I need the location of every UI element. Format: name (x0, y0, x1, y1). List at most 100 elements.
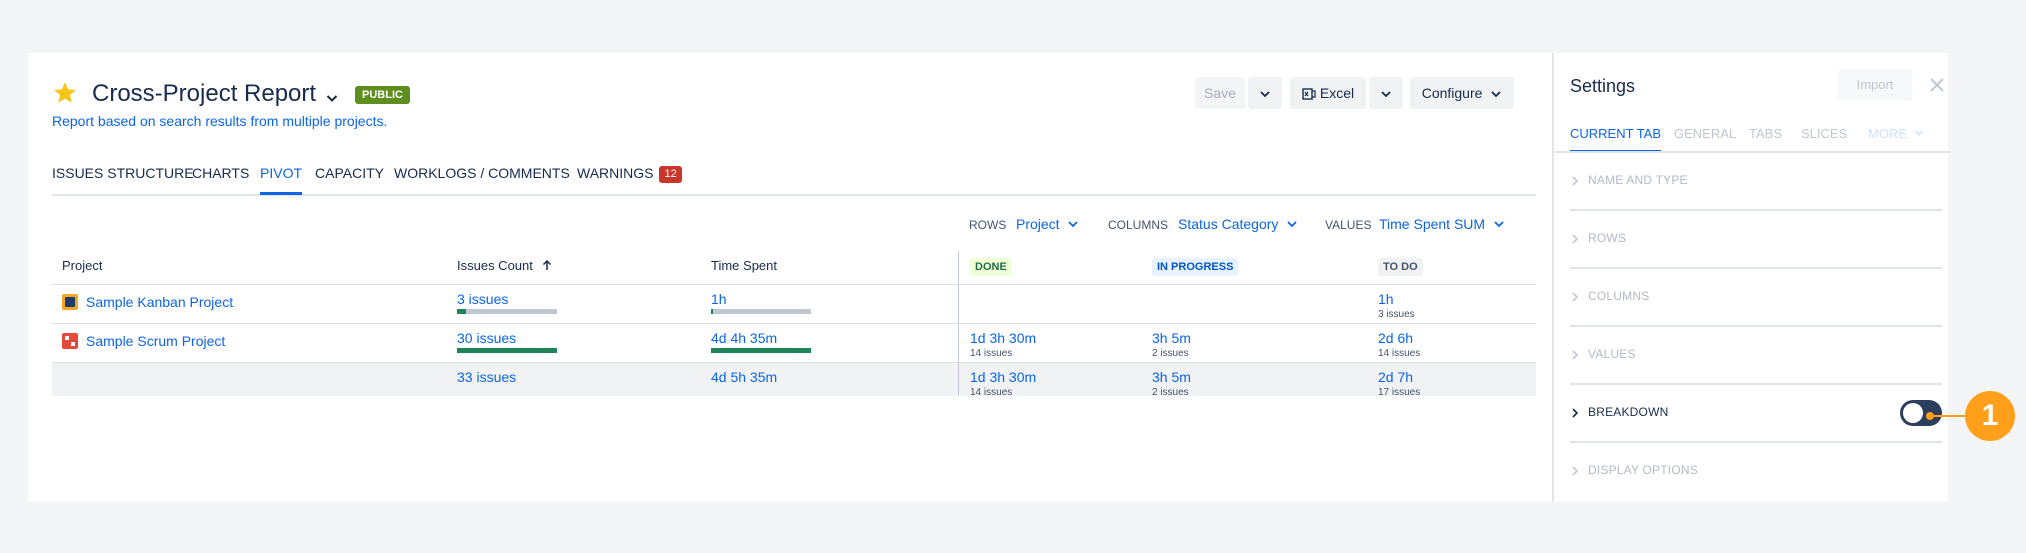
breakdown-toggle[interactable] (1900, 400, 1942, 426)
report-title: Cross-Project Report (92, 80, 317, 107)
scrum-project-icon (62, 333, 78, 349)
settings-tab-tabs[interactable]: TABS (1749, 126, 1782, 141)
section-label: BREAKDOWN (1588, 405, 1669, 419)
column-header-project[interactable]: Project (62, 258, 102, 273)
callout-number-badge: 1 (1965, 391, 2015, 441)
column-header-issues-count[interactable]: Issues Count (457, 258, 553, 273)
chevron-right-icon (1572, 292, 1579, 302)
time-spent-link[interactable]: 1h (711, 291, 727, 307)
total-todo-value-link[interactable]: 2d 7h (1378, 369, 1413, 385)
section-breakdown[interactable]: BREAKDOWN (1570, 385, 1942, 443)
total-row-background (52, 362, 1536, 396)
project-link[interactable]: Sample Kanban Project (86, 294, 233, 310)
time-progress-fill (711, 348, 811, 353)
in-progress-issue-count: 2 issues (1152, 348, 1189, 359)
tab-warnings[interactable]: WARNINGS 12 (577, 160, 682, 186)
settings-tab-general[interactable]: GENERAL (1674, 126, 1736, 141)
chevron-down-icon (1914, 130, 1923, 136)
section-columns[interactable]: COLUMNS (1570, 269, 1942, 327)
tab-worklogs-comments[interactable]: WORKLOGS / COMMENTS (394, 160, 570, 186)
chevron-down-icon (1287, 221, 1297, 228)
rows-selector[interactable]: Project (1016, 216, 1079, 232)
tab-warnings-label: WARNINGS (577, 165, 654, 181)
section-label: NAME AND TYPE (1588, 173, 1688, 187)
title-chevron-down-icon[interactable] (324, 90, 340, 106)
close-icon[interactable] (1928, 76, 1946, 94)
chevron-down-icon (1260, 91, 1270, 98)
time-spent-link[interactable]: 4d 4h 35m (711, 330, 777, 346)
values-selector-label: VALUES (1325, 218, 1372, 232)
values-selector[interactable]: Time Spent SUM (1379, 216, 1505, 232)
settings-tab-current-tab[interactable]: CURRENT TAB (1570, 126, 1662, 153)
import-button[interactable]: Import (1838, 69, 1912, 101)
configure-label: Configure (1421, 85, 1483, 101)
toggle-knob (1903, 403, 1923, 423)
warnings-count-badge: 12 (659, 166, 682, 183)
done-issue-count: 14 issues (970, 348, 1013, 359)
columns-selector[interactable]: Status Category (1178, 216, 1298, 232)
in-progress-value-link[interactable]: 3h 5m (1152, 330, 1191, 346)
chevron-right-icon (1572, 234, 1579, 244)
time-progress-bar (711, 348, 811, 353)
section-label: ROWS (1588, 231, 1627, 245)
issues-count-header-label: Issues Count (457, 258, 533, 273)
issues-progress-fill (457, 348, 557, 353)
settings-panel: Settings Import CURRENT TAB GENERAL TABS… (1552, 53, 1950, 502)
tab-issues-structure[interactable]: ISSUES STRUCTURE (52, 160, 194, 186)
todo-value-link[interactable]: 1h (1378, 291, 1394, 307)
total-in-progress-issue-count: 2 issues (1152, 387, 1189, 398)
sort-ascending-icon (542, 259, 551, 270)
row-divider (52, 362, 1536, 363)
chevron-right-icon (1572, 466, 1579, 476)
tab-charts[interactable]: CHARTS (192, 160, 249, 186)
total-time-spent-link[interactable]: 4d 5h 35m (711, 369, 777, 385)
chevron-down-icon (1494, 221, 1504, 228)
column-header-time-spent[interactable]: Time Spent (711, 258, 777, 273)
columns-selector-label: COLUMNS (1108, 218, 1169, 232)
todo-issue-count: 14 issues (1378, 348, 1421, 359)
chevron-right-icon (1572, 350, 1579, 360)
issues-link[interactable]: 3 issues (457, 291, 508, 307)
time-progress-fill (711, 309, 713, 314)
todo-issue-count: 3 issues (1378, 309, 1415, 320)
settings-tab-more-label: MORE (1868, 126, 1907, 141)
total-done-issue-count: 14 issues (970, 387, 1013, 398)
total-todo-issue-count: 17 issues (1378, 387, 1421, 398)
section-rows[interactable]: ROWS (1570, 211, 1942, 269)
section-label: COLUMNS (1588, 289, 1650, 303)
settings-tab-more[interactable]: MORE (1868, 126, 1924, 141)
status-done-lozenge: DONE (970, 258, 1012, 276)
status-todo-lozenge: TO DO (1378, 258, 1423, 276)
done-value-link[interactable]: 1d 3h 30m (970, 330, 1036, 346)
chevron-down-icon (1491, 91, 1501, 98)
project-link[interactable]: Sample Scrum Project (86, 333, 225, 349)
table-header-divider (52, 284, 1536, 285)
total-done-value-link[interactable]: 1d 3h 30m (970, 369, 1036, 385)
total-issues-link[interactable]: 33 issues (457, 369, 516, 385)
tab-pivot[interactable]: PIVOT (260, 160, 303, 195)
rows-selector-label: ROWS (969, 218, 1007, 232)
section-display-options[interactable]: DISPLAY OPTIONS (1570, 443, 1942, 501)
section-values[interactable]: VALUES (1570, 327, 1942, 385)
configure-button[interactable]: Configure (1410, 77, 1514, 109)
excel-button[interactable]: Excel (1290, 77, 1366, 109)
report-subtitle: Report based on search results from mult… (52, 113, 388, 129)
rows-selector-value: Project (1016, 216, 1060, 232)
section-label: DISPLAY OPTIONS (1588, 463, 1698, 477)
save-button[interactable]: Save (1195, 77, 1245, 109)
save-dropdown-button[interactable] (1248, 77, 1282, 109)
chevron-right-icon (1572, 176, 1579, 186)
settings-tab-slices[interactable]: SLICES (1801, 126, 1847, 141)
total-in-progress-value-link[interactable]: 3h 5m (1152, 369, 1191, 385)
issues-link[interactable]: 30 issues (457, 330, 516, 346)
excel-icon (1302, 88, 1316, 100)
row-divider (52, 323, 1536, 324)
excel-dropdown-button[interactable] (1369, 77, 1403, 109)
star-favorite-icon[interactable] (52, 80, 78, 106)
tab-capacity[interactable]: CAPACITY (315, 160, 384, 186)
excel-label: Excel (1319, 85, 1355, 101)
todo-value-link[interactable]: 2d 6h (1378, 330, 1413, 346)
issues-progress-bar (457, 309, 557, 314)
issues-progress-fill (457, 309, 466, 314)
section-name-and-type[interactable]: NAME AND TYPE (1570, 153, 1942, 211)
